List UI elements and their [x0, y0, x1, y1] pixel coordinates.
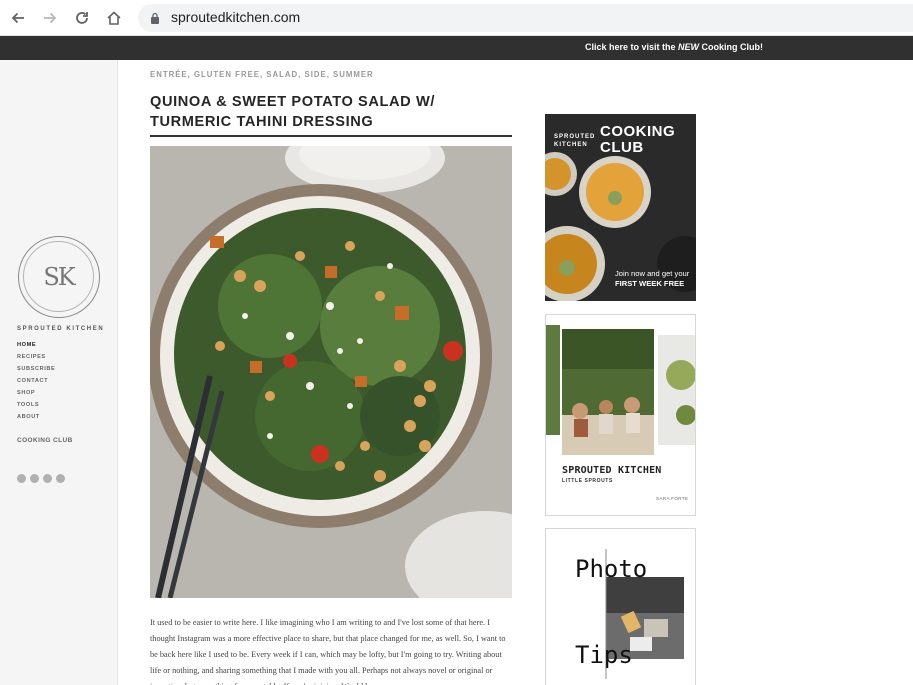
club-ad-title: COOKING CLUB [600, 123, 676, 156]
club-ad-cta-line2: FIRST WEEK FREE [615, 279, 685, 288]
promo-link[interactable]: Click here to visit the NEW Cooking Club… [585, 42, 763, 52]
main-menu: HOME RECIPES SUBSCRIBE CONTACT SHOP TOOL… [17, 341, 55, 425]
club-ad-cta: Join now and get your FIRST WEEK FREE [615, 269, 689, 289]
instagram-icon[interactable] [30, 474, 39, 483]
menu-item-recipes[interactable]: RECIPES [17, 353, 55, 365]
club-ad-brand: SPROUTED KITCHEN [554, 134, 596, 148]
menu-item-about[interactable]: ABOUT [17, 413, 55, 425]
pinterest-icon[interactable] [56, 474, 65, 483]
book-ad-title: SPROUTED KITCHEN [562, 465, 662, 476]
twitter-icon[interactable] [17, 474, 26, 483]
post-title[interactable]: QUINOA & SWEET POTATO SALAD W/ TURMERIC … [150, 92, 512, 132]
social-links [17, 474, 65, 483]
promo-bar: Click here to visit the NEW Cooking Club… [0, 36, 913, 60]
promo-link-pre: Click here to visit the [584, 42, 678, 52]
sidebar: SK SPROUTED KITCHEN HOME RECIPES SUBSCRI… [0, 60, 118, 685]
salad-bowl-photo [150, 146, 512, 598]
cooking-club-link[interactable]: COOKING CLUB [17, 437, 73, 444]
cookbook-ad[interactable]: SPROUTED KITCHEN LITTLE SPROUTS SARA FOR… [545, 314, 696, 516]
back-icon[interactable] [6, 6, 30, 30]
reload-icon[interactable] [70, 6, 94, 30]
home-icon[interactable] [102, 6, 126, 30]
photo-tips-word2: Tips [575, 641, 633, 669]
forward-icon[interactable] [38, 6, 62, 30]
photo-tips-ad[interactable]: Photo Tips [545, 528, 696, 685]
logo-inner-ring: SK [23, 241, 94, 312]
title-divider [150, 135, 512, 137]
address-bar[interactable]: sproutedkitchen.com [138, 4, 913, 32]
book-ad-author: SARA FORTE [656, 496, 689, 501]
menu-item-subscribe[interactable]: SUBSCRIBE [17, 365, 55, 377]
promo-link-post: Cooking Club! [699, 42, 764, 52]
site-logo[interactable]: SK [18, 236, 100, 318]
url-text: sproutedkitchen.com [171, 9, 301, 25]
brand-name: SPROUTED KITCHEN [17, 326, 105, 332]
facebook-icon[interactable] [43, 474, 52, 483]
menu-item-contact[interactable]: CONTACT [17, 377, 55, 389]
cooking-club-ad[interactable]: SPROUTED KITCHEN COOKING CLUB Join now a… [545, 114, 696, 301]
book-ad-subtitle: LITTLE SPROUTS [562, 478, 613, 484]
menu-item-shop[interactable]: SHOP [17, 389, 55, 401]
club-ad-cta-line1: Join now and get your [615, 269, 690, 278]
browser-toolbar: sproutedkitchen.com [0, 0, 913, 36]
lock-icon [151, 12, 159, 24]
post-categories[interactable]: ENTRÉE, GLUTEN FREE, SALAD, SIDE, SUMMER [150, 70, 374, 79]
logo-monogram: SK [43, 262, 75, 291]
photo-tips-word1: Photo [575, 555, 648, 583]
post-body: It used to be easier to write here. I li… [150, 618, 506, 685]
menu-item-home[interactable]: HOME [17, 341, 55, 353]
menu-item-tools[interactable]: TOOLS [17, 401, 55, 413]
promo-link-new: NEW [678, 42, 699, 52]
